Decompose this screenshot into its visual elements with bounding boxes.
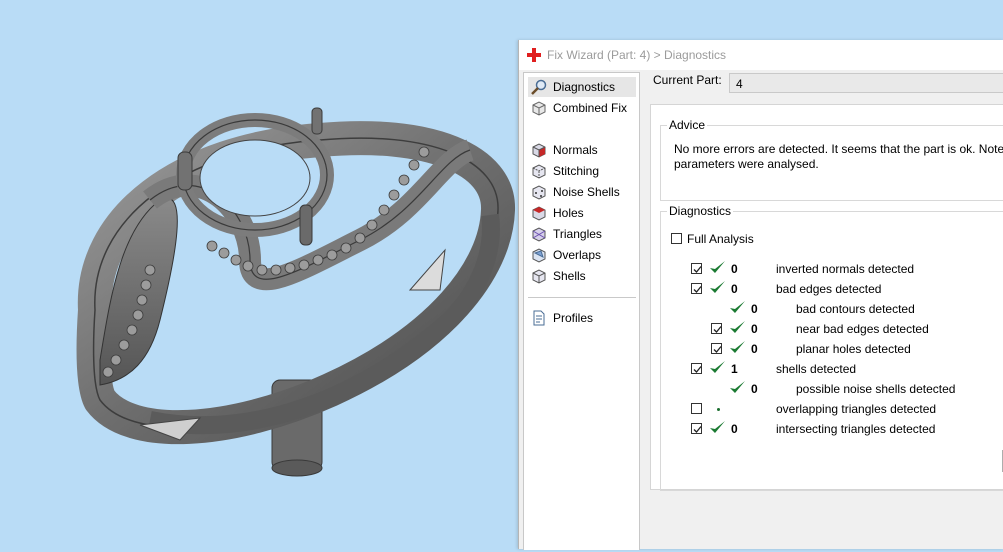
ok-checkmark-icon xyxy=(730,341,745,353)
nav-item-diagnostics[interactable]: Diagnostics xyxy=(528,77,636,97)
row-count: 0 xyxy=(731,422,738,436)
ok-checkmark-icon xyxy=(730,381,745,393)
nav-separator xyxy=(528,297,636,298)
row-label: bad contours detected xyxy=(796,302,915,316)
row-count: 1 xyxy=(731,362,738,376)
3d-viewport[interactable] xyxy=(0,0,518,549)
ring-model xyxy=(76,107,515,477)
row-checkbox[interactable] xyxy=(691,423,702,434)
nav-item-shells[interactable]: Shells xyxy=(528,266,636,286)
diagnostics-page: Current Part: 4 Advice No more errors ar… xyxy=(643,70,1003,549)
advice-title: Advice xyxy=(667,118,708,132)
row-label: bad edges detected xyxy=(776,282,882,296)
ok-checkmark-icon xyxy=(730,301,745,313)
row-label: shells detected xyxy=(776,362,857,376)
nav-item-triangles[interactable]: Triangles xyxy=(528,224,636,244)
stitching-cube-icon xyxy=(532,164,546,179)
row-count: 0 xyxy=(731,282,738,296)
shells-cube-icon xyxy=(532,269,546,284)
row-count: 0 xyxy=(751,342,758,356)
window-title: Fix Wizard (Part: 4) > Diagnostics xyxy=(547,48,727,62)
fix-wizard-window: Fix Wizard (Part: 4) > Diagnostics Diagn… xyxy=(518,40,1003,550)
not-run-dot-icon xyxy=(717,408,720,411)
row-checkbox[interactable] xyxy=(691,403,702,414)
ok-checkmark-icon xyxy=(710,421,725,433)
normals-cube-icon xyxy=(532,143,546,158)
row-label: overlapping triangles detected xyxy=(776,402,937,416)
row-label: planar holes detected xyxy=(796,342,911,356)
row-checkbox[interactable] xyxy=(691,263,702,274)
full-analysis-label: Full Analysis xyxy=(687,232,754,246)
row-count: 0 xyxy=(751,302,758,316)
magnifier-icon xyxy=(531,79,547,95)
row-label: near bad edges detected xyxy=(796,322,929,336)
nav-item-combined-fix[interactable]: Combined Fix xyxy=(528,98,636,118)
current-part-label: Current Part: xyxy=(653,73,722,87)
profiles-document-icon xyxy=(533,310,545,326)
nav-item-overlaps[interactable]: Overlaps xyxy=(528,245,636,265)
row-count: 0 xyxy=(731,262,738,276)
combined-fix-icon xyxy=(532,101,546,116)
advice-line-2: parameters were analysed. xyxy=(674,157,819,171)
row-checkbox[interactable] xyxy=(691,283,702,294)
ok-checkmark-icon xyxy=(730,321,745,333)
diagnostics-panel: Advice No more errors are detected. It s… xyxy=(650,104,1003,491)
current-part-value: 4 xyxy=(736,77,743,91)
diagnostics-title: Diagnostics xyxy=(667,204,734,218)
nav-item-profiles[interactable]: Profiles xyxy=(528,308,636,328)
row-count: 0 xyxy=(751,322,758,336)
noise-shells-cube-icon xyxy=(532,185,546,200)
full-analysis-checkbox[interactable] xyxy=(671,233,682,244)
holes-cube-icon xyxy=(532,206,546,221)
row-label: intersecting triangles detected xyxy=(776,422,936,436)
nav-item-noise-shells[interactable]: Noise Shells xyxy=(528,182,636,202)
overlaps-cube-icon xyxy=(532,248,546,263)
nav-item-normals[interactable]: Normals xyxy=(528,140,636,160)
row-checkbox[interactable] xyxy=(691,363,702,374)
advice-group: Advice No more errors are detected. It s… xyxy=(660,118,1003,201)
nav-item-holes[interactable]: Holes xyxy=(528,203,636,223)
advice-text: No more errors are detected. It seems th… xyxy=(674,142,1003,172)
ok-checkmark-icon xyxy=(710,361,725,373)
row-count: 0 xyxy=(751,382,758,396)
row-label: inverted normals detected xyxy=(776,262,915,276)
diagnostics-group: Diagnostics Full Analysis 0 inverted nor… xyxy=(660,204,1003,491)
advice-line-1: No more errors are detected. It seems th… xyxy=(674,142,1003,156)
row-label: possible noise shells detected xyxy=(796,382,956,396)
ok-checkmark-icon xyxy=(710,261,725,273)
current-part-field[interactable]: 4 xyxy=(729,73,1003,93)
wizard-nav: Diagnostics Combined Fix Normals Stitchi… xyxy=(523,72,640,550)
triangles-cube-icon xyxy=(532,227,546,242)
row-checkbox[interactable] xyxy=(711,323,722,334)
ok-checkmark-icon xyxy=(710,281,725,293)
row-checkbox[interactable] xyxy=(711,343,722,354)
title-bar[interactable]: Fix Wizard (Part: 4) > Diagnostics xyxy=(519,40,1003,70)
app-cross-icon xyxy=(527,48,541,62)
nav-item-stitching[interactable]: Stitching xyxy=(528,161,636,181)
